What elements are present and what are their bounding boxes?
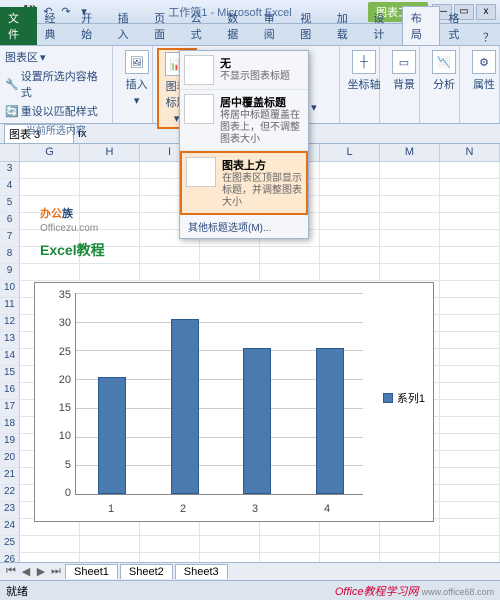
col-header[interactable]: H [80,144,140,161]
row-header[interactable]: 8 [0,247,20,263]
reset-style-button[interactable]: 🔄 重设以匹配样式 [4,102,108,120]
row-header[interactable]: 11 [0,298,20,314]
row-header[interactable]: 17 [0,400,20,416]
dropdown-item-above[interactable]: 图表上方在图表区顶部显示标题，并调整图表大小 [180,151,308,215]
dropdown-item-none[interactable]: 无不显示图表标题 [180,51,308,90]
insert-icon: 🖼 [125,50,149,74]
sheet-nav-next[interactable]: ▶ [34,565,48,578]
row-header[interactable]: 21 [0,468,20,484]
sheet-tabs: ⏮◀▶⏭ Sheet1 Sheet2 Sheet3 [0,562,500,580]
chart-legend[interactable]: 系列1 [383,390,425,406]
row-header[interactable]: 13 [0,332,20,348]
sheet-tab-2[interactable]: Sheet2 [120,564,173,579]
grid-row: 26 [0,553,500,562]
tab-classic[interactable]: 经典 [37,7,74,45]
row-header[interactable]: 20 [0,451,20,467]
tab-page-layout[interactable]: 页面 [146,7,183,45]
legend-label: 系列1 [397,390,425,406]
chart-bar[interactable] [316,348,344,494]
chart-element-selector[interactable]: 图表区 ▾ [4,48,108,66]
tab-format[interactable]: 格式 [440,7,477,45]
row-header[interactable]: 19 [0,434,20,450]
tab-data[interactable]: 数据 [219,7,256,45]
col-header[interactable]: G [20,144,80,161]
row-header[interactable]: 12 [0,315,20,331]
row-header[interactable]: 10 [0,281,20,297]
status-ready: 就绪 [6,583,28,599]
row-header[interactable]: 22 [0,485,20,501]
chart-bar[interactable] [171,319,199,494]
row-header[interactable]: 15 [0,366,20,382]
legend-swatch [383,393,393,403]
tab-insert[interactable]: 插入 [110,7,147,45]
y-axis: 35302520151050 [43,289,71,499]
tab-design[interactable]: 设计 [365,7,402,45]
row-header[interactable]: 4 [0,179,20,195]
row-header[interactable]: 5 [0,196,20,212]
sheet-nav-first[interactable]: ⏮ [4,565,18,578]
axes-button[interactable]: ┼坐标轴 [344,48,384,94]
row-header[interactable]: 6 [0,213,20,229]
close-button[interactable]: x [476,4,496,20]
chart-title-dropdown: 无不显示图表标题 居中覆盖标题将居中标题覆盖在图表上，但不调整图表大小 图表上方… [179,50,309,239]
sheet-tab-3[interactable]: Sheet3 [175,564,228,579]
help-icon[interactable]: ？ [477,29,500,45]
tab-file[interactable]: 文件 [0,7,37,45]
chart-bar[interactable] [243,348,271,494]
row-header[interactable]: 3 [0,162,20,178]
row-header[interactable]: 24 [0,519,20,535]
status-bar: 就绪 Office教程学习网 www.office68.com [0,580,500,600]
ribbon-tabs: 文件 经典 开始 插入 页面 公式 数据 审阅 视图 加载 设计 布局 格式 ？ [0,24,500,46]
col-header[interactable]: N [440,144,500,161]
dropdown-more-options[interactable]: 其他标题选项(M)... [180,215,308,238]
row-header[interactable]: 26 [0,553,20,562]
dropdown-item-centered[interactable]: 居中覆盖标题将居中标题覆盖在图表上，但不调整图表大小 [180,90,308,151]
group-label: 当前所选内容 [4,120,108,137]
row-header[interactable]: 18 [0,417,20,433]
row-header[interactable]: 7 [0,230,20,246]
row-header[interactable]: 23 [0,502,20,518]
row-header[interactable]: 25 [0,536,20,552]
group-insert: 🖼 插入▾ [113,46,153,123]
tab-formulas[interactable]: 公式 [183,7,220,45]
grid-row: 25 [0,536,500,553]
tab-view[interactable]: 视图 [292,7,329,45]
col-header[interactable]: M [380,144,440,161]
tab-review[interactable]: 审阅 [256,7,293,45]
analysis-button[interactable]: 📉分析 [424,48,464,94]
sheet-nav-prev[interactable]: ◀ [19,565,33,578]
plot-area [75,293,363,495]
row-header[interactable]: 14 [0,349,20,365]
row-header[interactable]: 9 [0,264,20,280]
centered-icon [184,94,214,124]
chart-bar[interactable] [98,377,126,494]
group-selection: 图表区 ▾ 🔧 设置所选内容格式 🔄 重设以匹配样式 当前所选内容 [0,46,113,123]
format-selection-button[interactable]: 🔧 设置所选内容格式 [4,67,108,101]
none-icon [184,55,214,85]
sheet-nav-last[interactable]: ⏭ [49,565,63,578]
grid-row: 9 [0,264,500,281]
above-icon [186,157,216,187]
ribbon: 图表区 ▾ 🔧 设置所选内容格式 🔄 重设以匹配样式 当前所选内容 🖼 插入▾ … [0,46,500,124]
footer-watermark: Office教程学习网 www.office68.com [335,583,494,599]
row-header[interactable]: 16 [0,383,20,399]
col-header[interactable]: L [320,144,380,161]
x-axis: 1234 [75,503,363,515]
embedded-chart[interactable]: 35302520151050 1234 系列1 [34,282,434,522]
background-button[interactable]: ▭背景 [384,48,424,94]
tab-layout[interactable]: 布局 [402,6,441,45]
watermark: 办公族 Officezu.com Excel教程 [40,200,105,260]
tab-home[interactable]: 开始 [73,7,110,45]
tab-addins[interactable]: 加载 [329,7,366,45]
properties-button[interactable]: ⚙属性 [464,48,500,94]
sheet-tab-1[interactable]: Sheet1 [65,564,118,579]
insert-button[interactable]: 🖼 插入▾ [117,48,157,109]
